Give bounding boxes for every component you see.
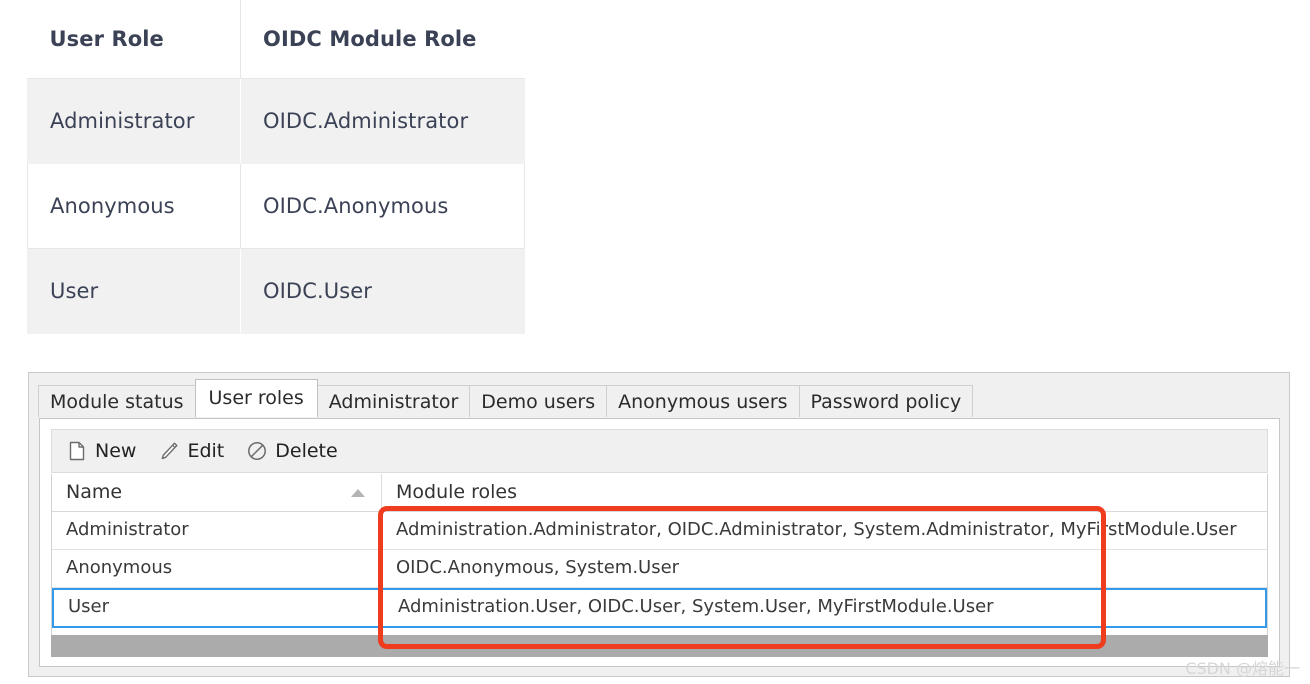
cell-module-role: OIDC.Anonymous: [240, 163, 525, 249]
cell-user-role: User: [27, 248, 241, 334]
document-icon: [66, 440, 88, 462]
table-row-selected[interactable]: User Administration.User, OIDC.User, Sys…: [52, 588, 1267, 628]
column-header-user-role: User Role: [27, 0, 241, 79]
new-button[interactable]: New: [66, 440, 136, 462]
no-entry-icon: [246, 440, 268, 462]
new-button-label: New: [95, 440, 137, 462]
table-row[interactable]: Anonymous OIDC.Anonymous, System.User: [52, 550, 1267, 588]
tab-password-policy[interactable]: Password policy: [798, 385, 974, 417]
grid-column-header-module-roles[interactable]: Module roles: [382, 474, 1267, 511]
watermark: CSDN @熔能一: [1185, 659, 1300, 678]
delete-button[interactable]: Delete: [246, 440, 338, 462]
table-row[interactable]: Administrator Administration.Administrat…: [52, 512, 1267, 550]
tab-user-roles[interactable]: User roles: [194, 379, 318, 417]
cell-module-roles: Administration.Administrator, OIDC.Admin…: [396, 519, 1237, 540]
cell-user-role: Administrator: [27, 78, 241, 164]
grid-column-header-name-label: Name: [66, 481, 123, 503]
tab-anonymous-users[interactable]: Anonymous users: [606, 385, 800, 417]
cell-module-roles: OIDC.Anonymous, System.User: [396, 557, 680, 578]
cell-module-role: OIDC.Administrator: [240, 78, 525, 164]
cell-module-roles: Administration.User, OIDC.User, System.U…: [398, 596, 994, 617]
tab-demo-users[interactable]: Demo users: [469, 385, 608, 417]
grid-column-header-name[interactable]: Name: [52, 474, 382, 511]
caret-up-icon: [351, 488, 365, 497]
table-row: User OIDC.User: [27, 248, 525, 334]
grid-toolbar: New Edit Delete: [51, 429, 1268, 473]
tab-administrator[interactable]: Administrator: [316, 385, 471, 417]
user-roles-grid: Name Module roles Administrator Administ…: [51, 474, 1268, 636]
user-roles-panel: Module status User roles Administrator D…: [28, 372, 1290, 677]
cell-name: Administrator: [52, 512, 382, 549]
cell-name: Anonymous: [52, 550, 382, 587]
table-row: Administrator OIDC.Administrator: [27, 78, 525, 164]
pencil-icon: [158, 440, 180, 462]
edit-button[interactable]: Edit: [158, 440, 224, 462]
edit-button-label: Edit: [187, 440, 225, 462]
user-role-mapping-table: User Role OIDC Module Role Administrator…: [27, 0, 525, 334]
tab-bar: Module status User roles Administrator D…: [38, 379, 974, 417]
cell-name: User: [68, 596, 110, 617]
tab-content-user-roles: New Edit Delete Name Module roles Admini…: [39, 418, 1280, 667]
cell-module-role: OIDC.User: [240, 248, 525, 334]
column-header-oidc-module-role: OIDC Module Role: [240, 0, 525, 79]
grid-header-row: Name Module roles: [52, 474, 1267, 512]
table-row: Anonymous OIDC.Anonymous: [27, 163, 525, 249]
grid-status-bar: [51, 635, 1268, 657]
delete-button-label: Delete: [275, 440, 338, 462]
table-header-row: User Role OIDC Module Role: [27, 0, 525, 79]
cell-user-role: Anonymous: [27, 163, 241, 249]
grid-column-header-module-roles-label: Module roles: [396, 481, 518, 503]
tab-module-status[interactable]: Module status: [38, 385, 196, 417]
